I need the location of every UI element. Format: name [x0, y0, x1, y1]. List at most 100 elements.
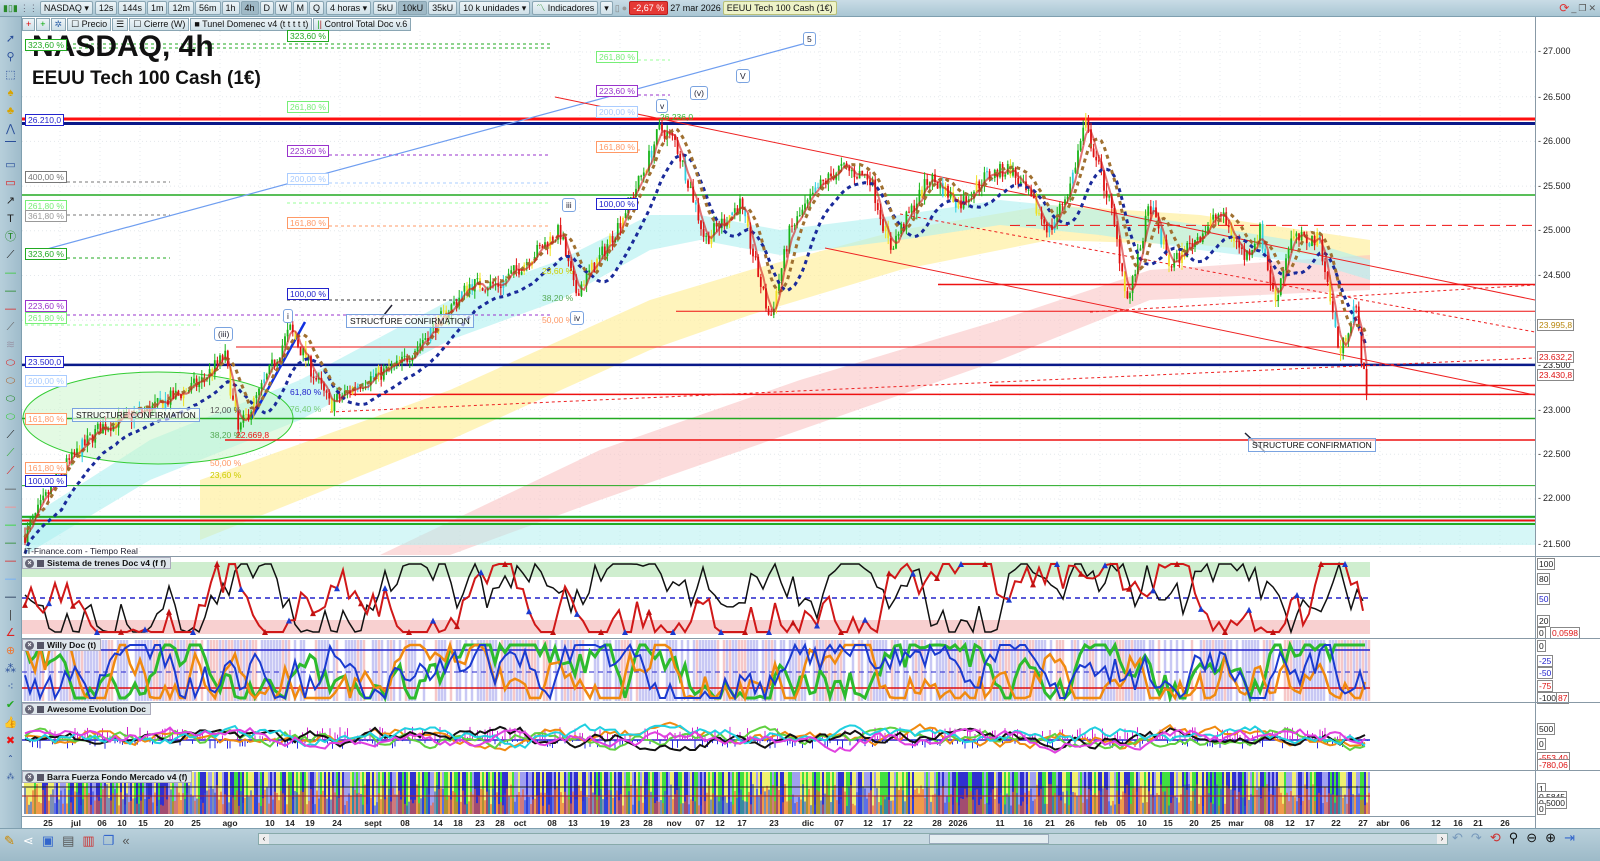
barra-fuerza-panel[interactable] — [22, 771, 1535, 816]
salmon-hline-icon[interactable]: — — [5, 499, 16, 515]
rectangle-icon[interactable]: ▭ — [5, 157, 15, 173]
ruler-icon[interactable]: ⟋ — [7, 319, 15, 335]
dark-green-hline-icon[interactable]: — — [5, 283, 16, 299]
legend-item-price[interactable]: ☐ Precio — [67, 17, 112, 31]
restore-button[interactable]: ❐ — [1578, 3, 1586, 14]
tools-icon[interactable]: ⁂ — [7, 769, 15, 785]
green-hline-icon[interactable]: — — [5, 265, 16, 281]
alert-delete-icon[interactable]: ♠ — [8, 85, 14, 101]
price-chart[interactable] — [22, 31, 1535, 555]
legend-item-tunel[interactable]: ■ Tunel Domenec v4 (t t t t t) — [190, 17, 313, 31]
symbol-select[interactable]: NASDAQ ▾ — [39, 1, 93, 15]
scroll-left-button[interactable]: ‹ — [259, 834, 269, 844]
vline-icon[interactable]: | — [9, 607, 12, 623]
legend-item-control-total[interactable]: || Control Total Doc v.6 — [313, 17, 412, 31]
timeframe-144s[interactable]: 144s — [118, 1, 146, 15]
settings-icon[interactable]: ✲ — [50, 17, 67, 31]
timeframe-1m[interactable]: 1m — [146, 1, 168, 15]
close-panel-icon[interactable]: × — [25, 558, 34, 568]
zoom-fit-icon[interactable]: ⚲ — [1509, 830, 1519, 846]
pause-icon[interactable]: ▯ — [615, 3, 620, 14]
brown-ellipse-icon[interactable]: ⬭ — [6, 373, 15, 389]
fib-line-icon[interactable]: ⎺ — [5, 139, 16, 155]
target-icon[interactable]: ⊕ — [6, 643, 15, 659]
check-icon[interactable]: ✔ — [6, 697, 15, 713]
blue-hline-icon[interactable]: — — [5, 571, 16, 587]
delete-icon[interactable]: ✖ — [6, 733, 15, 749]
red-line-icon[interactable]: ⟋ — [7, 463, 15, 479]
red-rectangle-icon[interactable]: ▭ — [5, 175, 15, 191]
abc-wave-icon[interactable]: ⁖ — [7, 679, 13, 695]
timeframe-56m[interactable]: 56m — [194, 1, 221, 15]
notes-icon[interactable]: ▤ — [62, 833, 74, 849]
zoom-out-icon[interactable]: ⊖ — [1526, 830, 1537, 846]
rewind-icon[interactable]: « — [122, 833, 129, 849]
windows-icon[interactable]: ❐ — [103, 833, 115, 849]
close-panel-icon[interactable]: × — [25, 640, 34, 650]
zoom-icon[interactable]: ⚲ — [6, 49, 14, 65]
redo-icon[interactable]: ↷ — [1471, 830, 1482, 846]
scroll-right-button[interactable]: › — [1437, 834, 1447, 844]
alert-bell-icon[interactable]: ♣ — [7, 103, 14, 119]
channel-icon[interactable]: ≋ — [6, 337, 15, 353]
lime-hline-icon[interactable]: — — [5, 517, 16, 533]
unit-10kU[interactable]: 10kU — [398, 1, 428, 15]
traffic-icon[interactable]: ▥ — [82, 833, 94, 849]
date-axis[interactable] — [22, 816, 1535, 828]
close-button[interactable]: ✕ — [1588, 3, 1596, 14]
willy-panel[interactable] — [22, 639, 1535, 702]
scroll-end-icon[interactable]: ⇥ — [1564, 830, 1575, 846]
horizontal-scrollbar[interactable]: ‹ › — [258, 833, 1448, 845]
timeframe-12s[interactable]: 12s — [94, 1, 118, 15]
chart-type-icon[interactable]: ▮▯▮ — [3, 3, 18, 14]
angle-icon[interactable]: ∠ — [6, 625, 16, 641]
chat-icon[interactable]: ▣ — [42, 833, 54, 849]
scroll-thumb[interactable] — [929, 834, 1049, 844]
navy-hline-icon[interactable]: — — [5, 589, 16, 605]
light-ellipse-icon[interactable]: ⬭ — [6, 409, 15, 425]
zoom-in-icon[interactable]: ⊕ — [1545, 830, 1556, 846]
unit-5kU[interactable]: 5kU — [373, 1, 398, 15]
text-icon[interactable]: T — [7, 211, 14, 227]
grey-hline-icon[interactable]: — — [5, 481, 16, 497]
add-green-icon[interactable]: + — [36, 17, 50, 31]
timeframe-4h[interactable]: 4h — [240, 1, 259, 15]
undo-icon[interactable]: ↶ — [1452, 830, 1463, 846]
fibonacci-icon[interactable]: ⋀ — [6, 121, 15, 137]
close-panel-icon[interactable]: × — [25, 704, 34, 714]
unit-35kU[interactable]: 35kU — [428, 1, 458, 15]
timeframe-W[interactable]: W — [275, 1, 292, 15]
elliott-wave-icon[interactable]: ⁂ — [5, 661, 16, 677]
refresh-icon[interactable]: ⟳ — [1559, 1, 1569, 15]
text-bubble-icon[interactable]: Ⓣ — [5, 229, 16, 245]
timeframe-M[interactable]: M — [292, 1, 309, 15]
legend-item-close[interactable]: ☐ Cierre (W) — [129, 17, 190, 31]
thumbs-up-icon[interactable]: 👍 — [4, 715, 18, 731]
red-hline-icon[interactable]: — — [5, 301, 16, 317]
pencil-icon[interactable]: ✎ — [4, 833, 15, 849]
timeframe-12m[interactable]: 12m — [168, 1, 194, 15]
green-hline2-icon[interactable]: — — [5, 535, 16, 551]
list-icon[interactable]: ☰ — [112, 17, 129, 31]
autoscale-icon[interactable]: ⟲ — [1490, 830, 1501, 846]
indicators-dropdown[interactable]: ▾ — [600, 1, 613, 15]
arrow-icon[interactable]: ↗ — [6, 193, 15, 209]
black-line-icon[interactable]: ⟋ — [7, 427, 15, 443]
indicators-button[interactable]: 〽 Indicadores — [532, 1, 599, 15]
sistema-trenes-panel[interactable] — [22, 557, 1535, 638]
units-select[interactable]: 10 k unidades ▾ — [459, 1, 531, 15]
period-select[interactable]: 4 horas ▾ — [326, 1, 372, 15]
green-line-icon[interactable]: ⟋ — [7, 445, 15, 461]
close-panel-icon[interactable]: × — [25, 772, 34, 782]
green-ellipse-icon[interactable]: ⬭ — [6, 391, 15, 407]
minimize-button[interactable]: _ — [1571, 3, 1576, 13]
red-hline2-icon[interactable]: — — [5, 553, 16, 569]
timeframe-D[interactable]: D — [259, 1, 275, 15]
share-icon[interactable]: ⋖ — [23, 833, 34, 849]
cursor-icon[interactable]: ➚ — [6, 31, 15, 47]
collapse-icon[interactable]: ⌃ — [7, 751, 14, 767]
awesome-panel[interactable] — [22, 703, 1535, 770]
red-ellipse-icon[interactable]: ⬭ — [6, 355, 15, 371]
zoom-area-icon[interactable]: ⬚ — [5, 67, 15, 83]
add-red-icon[interactable]: + — [22, 17, 36, 31]
